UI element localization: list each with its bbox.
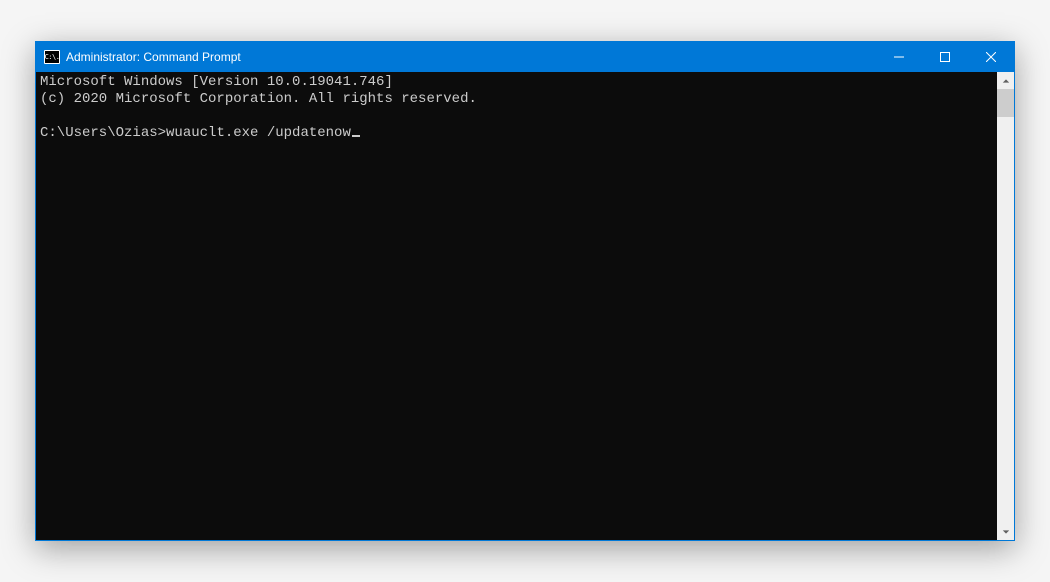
maximize-button[interactable] <box>922 42 968 72</box>
titlebar[interactable]: C:\. Administrator: Command Prompt <box>36 42 1014 72</box>
terminal-line: (c) 2020 Microsoft Corporation. All righ… <box>40 91 477 107</box>
app-icon-text: C:\. <box>45 54 60 61</box>
scroll-up-button[interactable] <box>997 72 1014 89</box>
close-icon <box>986 52 996 62</box>
text-cursor <box>352 135 360 137</box>
chevron-up-icon <box>1002 77 1010 85</box>
scroll-down-button[interactable] <box>997 523 1014 540</box>
scroll-thumb[interactable] <box>997 89 1014 117</box>
scroll-track[interactable] <box>997 89 1014 523</box>
chevron-down-icon <box>1002 528 1010 536</box>
terminal-line: Microsoft Windows [Version 10.0.19041.74… <box>40 74 393 90</box>
window-title: Administrator: Command Prompt <box>66 50 241 64</box>
prompt-path: C:\Users\Ozias> <box>40 125 166 141</box>
close-button[interactable] <box>968 42 1014 72</box>
typed-command: wuauclt.exe /updatenow <box>166 125 351 141</box>
terminal-output[interactable]: Microsoft Windows [Version 10.0.19041.74… <box>36 72 997 540</box>
minimize-icon <box>894 52 904 62</box>
app-icon: C:\. <box>44 50 60 64</box>
titlebar-controls <box>876 42 1014 72</box>
command-prompt-window: C:\. Administrator: Command Prompt Micro… <box>35 41 1015 541</box>
client-area: Microsoft Windows [Version 10.0.19041.74… <box>36 72 1014 540</box>
vertical-scrollbar[interactable] <box>997 72 1014 540</box>
prompt-line: C:\Users\Ozias>wuauclt.exe /updatenow <box>40 125 360 141</box>
minimize-button[interactable] <box>876 42 922 72</box>
maximize-icon <box>940 52 950 62</box>
